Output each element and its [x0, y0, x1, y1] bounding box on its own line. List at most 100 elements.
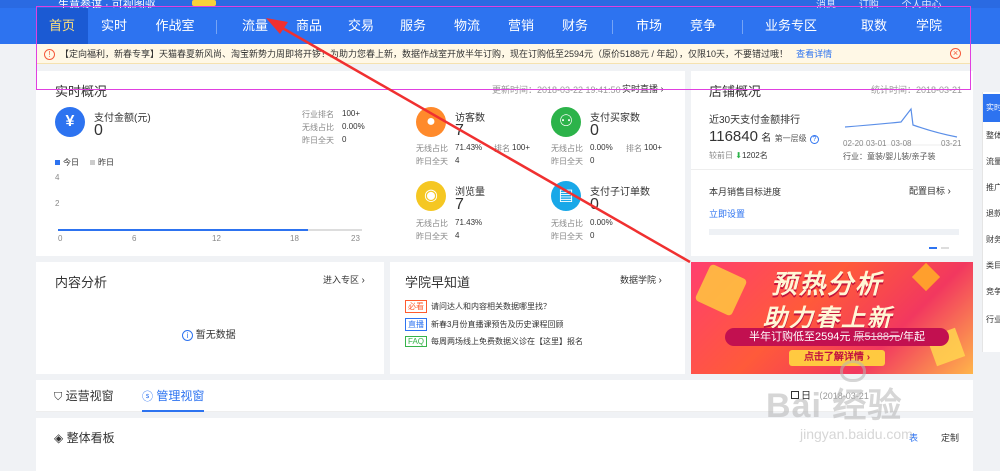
- nav-trade[interactable]: 交易: [342, 8, 380, 44]
- visitor-icon: ●: [416, 107, 446, 137]
- orders-wireless-label: 无线占比: [551, 219, 583, 228]
- divider: [691, 169, 973, 170]
- visitors-wireless: 71.43%: [455, 143, 483, 152]
- x-tick-12: 12: [212, 234, 221, 243]
- nav-data-fetch[interactable]: 取数: [855, 8, 893, 44]
- rank-value: 116840: [709, 128, 758, 145]
- original-price: 原5188元: [853, 331, 900, 343]
- rank-title: 近30天支付金额排行: [709, 115, 801, 126]
- nav-home[interactable]: 首页: [36, 8, 88, 44]
- x-tick-18: 18: [290, 234, 299, 243]
- x-tick-6: 6: [132, 234, 137, 243]
- visitors-wireless-label: 无线占比: [416, 144, 448, 153]
- pay-amount-value: 0: [94, 122, 103, 139]
- nav-business-zone[interactable]: 业务专区: [760, 8, 822, 44]
- academy-panel: 学院早知道 数据学院 › 必看 请问达人和内容相关数据哪里找？ 直播 新春3月份直播…: [390, 262, 685, 374]
- y-tick-2: 2: [55, 199, 60, 208]
- orders-yesterday-label: 昨日全天: [551, 232, 583, 241]
- chevron-right-icon: ›: [947, 186, 951, 197]
- orders-wireless: 0.00%: [590, 218, 613, 227]
- pager-dot[interactable]: [941, 247, 949, 249]
- legend-today: 今日: [55, 157, 79, 168]
- notice-details-link[interactable]: 查看详情: [796, 49, 832, 59]
- industry-rank-value: 100+: [342, 109, 361, 118]
- banner-offer: 半年订购低至2594元 原5188元/年起: [725, 328, 949, 346]
- side-tab-promotion[interactable]: 推广: [986, 182, 1000, 193]
- yuan-icon: ¥: [55, 107, 85, 137]
- shop-panel: 店铺概况 统计时间：2018-03-21 近30天支付金额排行 116840 名…: [691, 71, 973, 256]
- title-badge: [192, 0, 216, 6]
- empty-state: i 暂无数据: [182, 326, 236, 341]
- tier-label: 第一层级: [774, 134, 807, 143]
- watermark-brand: Bai 经验: [766, 387, 903, 425]
- tab-ops-view[interactable]: ⛉ 运营视窗: [54, 380, 114, 412]
- nav-logistics[interactable]: 物流: [448, 8, 486, 44]
- side-tab-industry[interactable]: 行业: [986, 314, 1000, 325]
- side-tab-category[interactable]: 类目: [986, 260, 1000, 271]
- buyers-wireless-label: 无线占比: [551, 144, 583, 153]
- help-icon[interactable]: ?: [809, 135, 819, 144]
- warning-icon: !: [44, 49, 55, 61]
- main-nav: 首页 实时 作战室 流量 商品 交易 服务 物流 营销 财务 市场 竞争 业务专…: [0, 8, 1000, 44]
- side-tab-traffic[interactable]: 流量: [986, 156, 1000, 167]
- nav-service[interactable]: 服务: [394, 8, 432, 44]
- side-tab-realtime[interactable]: 实时: [983, 94, 1000, 122]
- live-link[interactable]: 实时直播 ›: [622, 82, 664, 95]
- enter-zone-link[interactable]: 进入专区 ›: [323, 273, 365, 286]
- realtime-panel: 实时概况 更新时间：2018-03-22 19:41:50 实时直播 › ¥ 支…: [36, 71, 685, 256]
- pager-dot-active[interactable]: [929, 247, 937, 249]
- nav-traffic[interactable]: 流量: [236, 8, 274, 44]
- banner-headline: 预热分析: [771, 269, 884, 299]
- side-tab-overall[interactable]: 整体: [986, 130, 1000, 141]
- wireless-label: 无线占比: [302, 123, 334, 132]
- side-tab-competition[interactable]: 竞争: [986, 286, 1000, 297]
- buyers-yesterday: 0: [590, 156, 595, 165]
- tab-manage-view[interactable]: ⓢ 管理视窗: [142, 380, 205, 412]
- side-tab-refund[interactable]: 退款: [986, 208, 1000, 219]
- side-tab-finance[interactable]: 财务: [986, 234, 1000, 245]
- eye-icon: ◉: [416, 181, 446, 211]
- x-tick-0: 0: [58, 234, 63, 243]
- realtime-updated: 更新时间：2018-03-22 19:41:50: [492, 85, 621, 95]
- academy-item[interactable]: 必看 请问达人和内容相关数据哪里找？: [405, 300, 551, 313]
- nav-marketing[interactable]: 营销: [502, 8, 540, 44]
- promo-banner[interactable]: 预热分析 助力春上新 半年订购低至2594元 原5188元/年起 点击了解详情 …: [691, 262, 973, 374]
- academy-item[interactable]: FAQ 每周两场线上免费数据义诊在【这里】报名: [405, 336, 583, 347]
- tag-faq: FAQ: [405, 336, 428, 347]
- shop-title: 店铺概况: [709, 84, 762, 99]
- visitors-yesterday-label: 昨日全天: [416, 157, 448, 166]
- nav-market[interactable]: 市场: [630, 8, 668, 44]
- x-tick-23: 23: [351, 234, 360, 243]
- date-3: 03-08: [891, 139, 912, 148]
- date-4: 03-21: [941, 139, 962, 148]
- realtime-title: 实时概况: [55, 84, 108, 99]
- buyers-rank-label: 排名: [626, 144, 642, 153]
- compare-row: 较前日 ⬇1202名: [709, 151, 768, 160]
- notice-text: 【定向福利，新春专享】天猫春夏新风尚、淘宝新势力周即将开锣！为助力您春上新，数据…: [60, 49, 789, 59]
- notice-bar: ! 【定向福利，新春专享】天猫春夏新风尚、淘宝新势力周即将开锣！为助力您春上新，数…: [36, 44, 971, 64]
- academy-title: 学院早知道: [405, 275, 471, 290]
- nav-products[interactable]: 商品: [290, 8, 328, 44]
- buyers-yesterday-label: 昨日全天: [551, 157, 583, 166]
- content-analysis-panel: 内容分析 进入专区 › i 暂无数据: [36, 262, 384, 374]
- nav-academy[interactable]: 学院: [910, 8, 948, 44]
- config-target-button[interactable]: 配置目标 ›: [909, 184, 951, 197]
- academy-item[interactable]: 直播 新春3月份直播课预告及历史课程回顾: [405, 318, 563, 331]
- buyers-value: 0: [590, 122, 599, 139]
- close-icon[interactable]: ×: [950, 48, 961, 59]
- wireless-value: 0.00%: [342, 122, 365, 131]
- nav-realtime[interactable]: 实时: [95, 8, 133, 44]
- nav-competition[interactable]: 竞争: [684, 8, 722, 44]
- pageviews-value: 7: [455, 196, 464, 213]
- set-now-link[interactable]: 立即设置: [709, 207, 745, 220]
- buyers-rank: 100+: [644, 143, 663, 152]
- chevron-right-icon: ›: [658, 275, 662, 286]
- industry-label: 行业：童装/婴儿装/亲子装: [843, 152, 936, 161]
- academy-more-link[interactable]: 数据学院 ›: [620, 273, 662, 286]
- yesterday-value: 0: [342, 135, 347, 144]
- yesterday-label: 昨日全天: [302, 136, 334, 145]
- chevron-right-icon: ›: [660, 84, 664, 95]
- nav-finance[interactable]: 财务: [556, 8, 594, 44]
- target-progress: [709, 229, 959, 235]
- nav-war-room[interactable]: 作战室: [150, 8, 200, 44]
